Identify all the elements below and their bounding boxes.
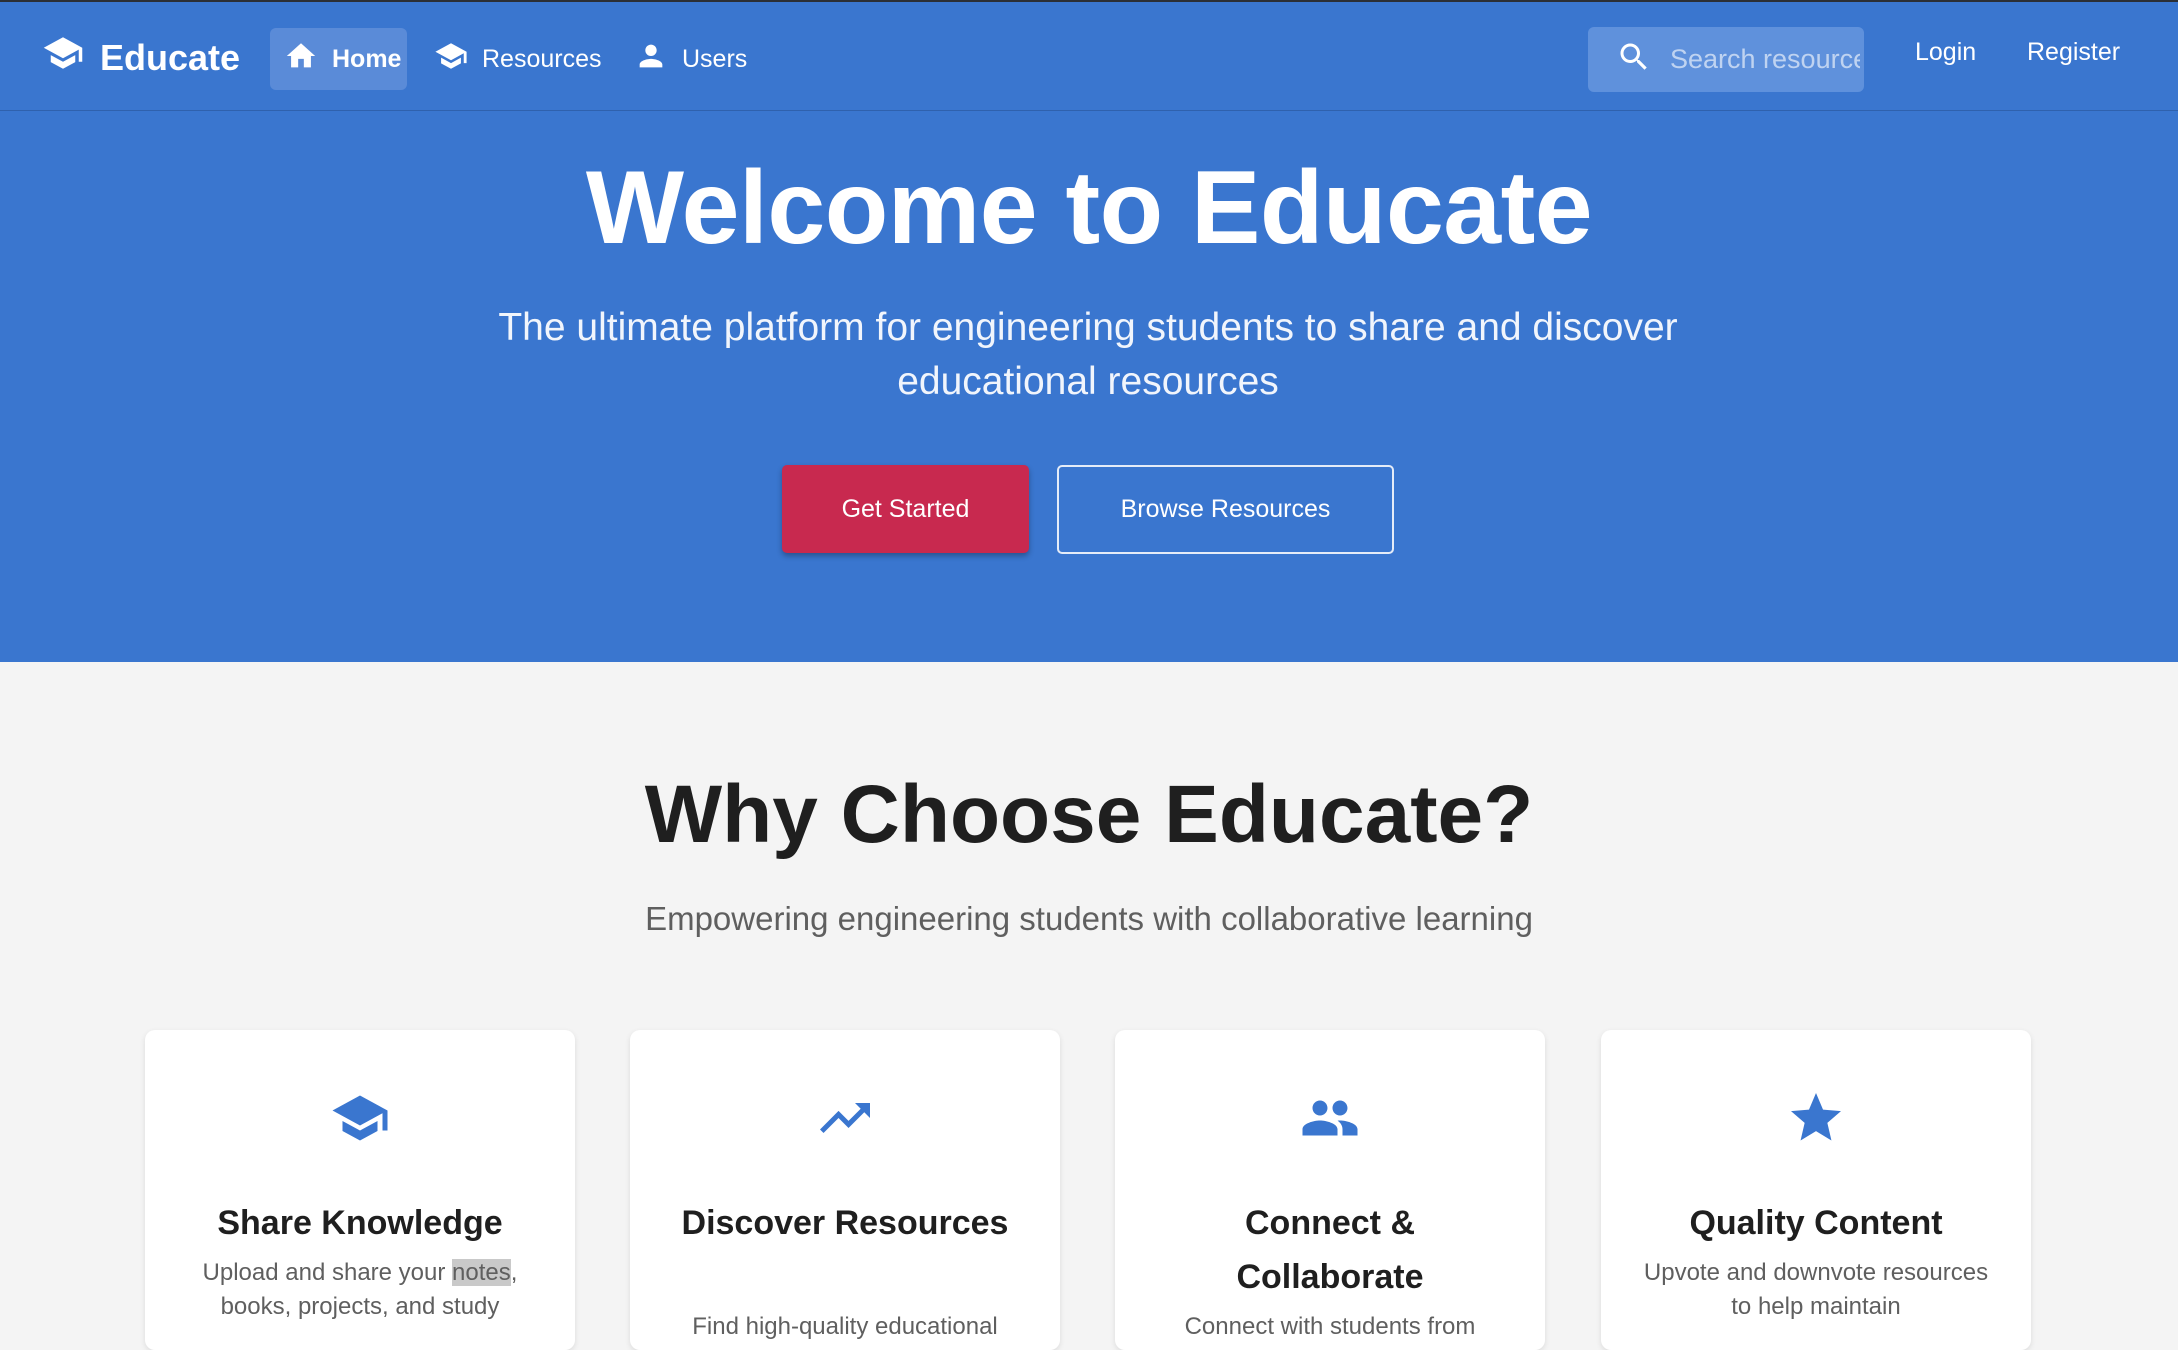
feature-title: Share Knowledge (217, 1204, 503, 1242)
feature-title: Connect & Collaborate (1236, 1204, 1424, 1296)
feature-card-connect-collaborate: Connect & Collaborate Connect with stude… (1115, 1030, 1545, 1350)
graduation-cap-icon (42, 32, 84, 83)
nav-resources-button[interactable]: Resources (420, 28, 616, 90)
nav-users-button[interactable]: Users (620, 28, 761, 90)
register-button[interactable]: Register (2027, 38, 2120, 67)
hero-section: Welcome to Educate The ultimate platform… (0, 111, 2178, 662)
nav-resources-label: Resources (482, 44, 602, 73)
why-title: Why Choose Educate? (644, 769, 1534, 860)
nav-users-label: Users (682, 44, 748, 73)
feature-title: Discover Resources (681, 1204, 1009, 1242)
why-subtitle: Empowering engineering students with col… (645, 900, 1533, 937)
feature-description: Find high-quality educational (692, 1313, 998, 1340)
search-icon (1616, 39, 1652, 80)
graduation-cap-icon (434, 39, 468, 80)
app-bar: Educate Home Resources Users Login Regis… (0, 0, 2178, 111)
feature-title: Quality Content (1689, 1204, 1943, 1242)
brand-name: Educate (100, 36, 241, 78)
brand-logo[interactable]: Educate (42, 2, 240, 113)
hero-title: Welcome to Educate (585, 150, 1593, 266)
graduation-cap-icon (145, 1088, 575, 1148)
star-icon (1601, 1088, 2031, 1148)
login-button[interactable]: Login (1915, 38, 1976, 67)
search-box[interactable] (1588, 27, 1864, 92)
hero-subtitle: The ultimate platform for engineering st… (498, 306, 1678, 403)
get-started-button[interactable]: Get Started (782, 465, 1029, 553)
feature-description: Upvote and downvote resources to help ma… (1643, 1259, 1989, 1320)
browse-resources-button[interactable]: Browse Resources (1057, 465, 1394, 554)
search-input[interactable] (1670, 44, 1860, 75)
people-icon (1115, 1088, 1545, 1148)
feature-card-quality-content: Quality Content Upvote and downvote reso… (1601, 1030, 2031, 1350)
home-icon (284, 39, 318, 80)
feature-card-share-knowledge: Share Knowledge Upload and share your no… (145, 1030, 575, 1350)
feature-description: Connect with students from (1184, 1313, 1476, 1340)
nav-home-label: Home (332, 44, 402, 73)
person-icon (634, 39, 668, 80)
feature-description: Upload and share your notes, books, proj… (202, 1259, 518, 1320)
feature-card-discover-resources: Discover Resources Find high-quality edu… (630, 1030, 1060, 1350)
nav-home-button[interactable]: Home (270, 28, 407, 90)
trending-up-icon (630, 1088, 1060, 1148)
